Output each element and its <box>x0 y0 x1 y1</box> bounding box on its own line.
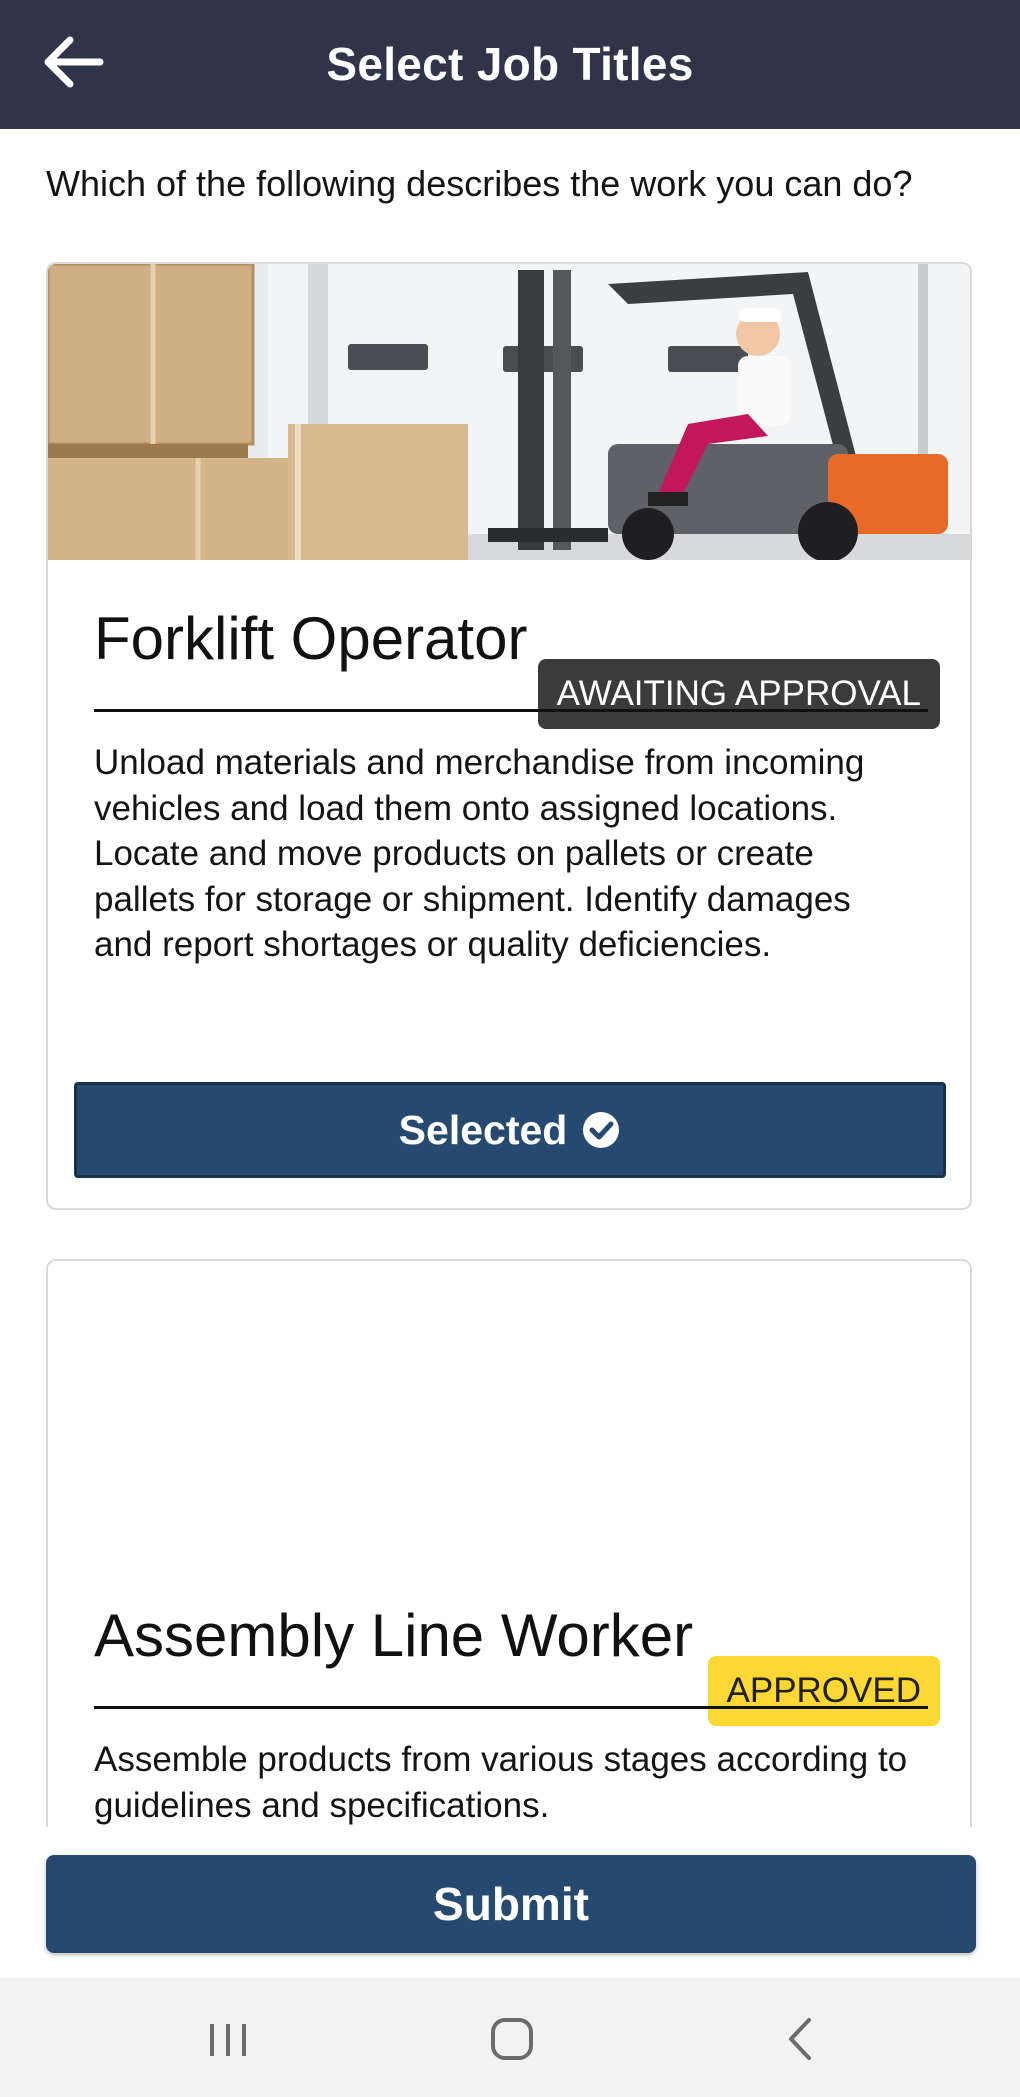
selected-button[interactable]: Selected <box>74 1082 946 1178</box>
status-badge: APPROVED <box>707 1656 940 1726</box>
job-image-placeholder <box>48 1261 970 1557</box>
app-bar: Select Job Titles <box>0 0 1020 129</box>
submit-button[interactable]: Submit <box>46 1855 976 1953</box>
home-icon <box>491 2018 533 2060</box>
back-chevron-icon <box>789 2018 811 2060</box>
check-circle-icon <box>583 1112 620 1148</box>
job-description: Unload materials and merchandise from in… <box>94 743 865 964</box>
job-description: Assemble products from various stages ac… <box>94 1740 908 1825</box>
recents-button[interactable] <box>193 2008 263 2070</box>
job-card-assembly-line-worker: APPROVED Assembly Line Worker Assemble p… <box>46 1259 972 1827</box>
divider <box>94 709 928 712</box>
job-title: Assembly Line Worker <box>94 1602 694 1669</box>
home-button[interactable] <box>477 2008 547 2070</box>
divider <box>94 1706 928 1709</box>
status-badge: AWAITING APPROVAL <box>537 659 940 729</box>
forklift-photo <box>48 264 970 560</box>
job-title: Forklift Operator <box>94 605 528 672</box>
question-text: Which of the following describes the wor… <box>46 163 913 204</box>
recents-icon <box>210 2024 246 2056</box>
selected-button-label: Selected <box>398 1106 568 1153</box>
system-nav-bar <box>0 1978 1020 2097</box>
system-back-button[interactable] <box>765 2008 835 2070</box>
page-title: Select Job Titles <box>326 38 694 90</box>
job-list[interactable]: Which of the following describes the wor… <box>0 129 1020 1827</box>
job-card-forklift-operator: AWAITING APPROVAL Forklift Operator Unlo… <box>46 262 972 1210</box>
